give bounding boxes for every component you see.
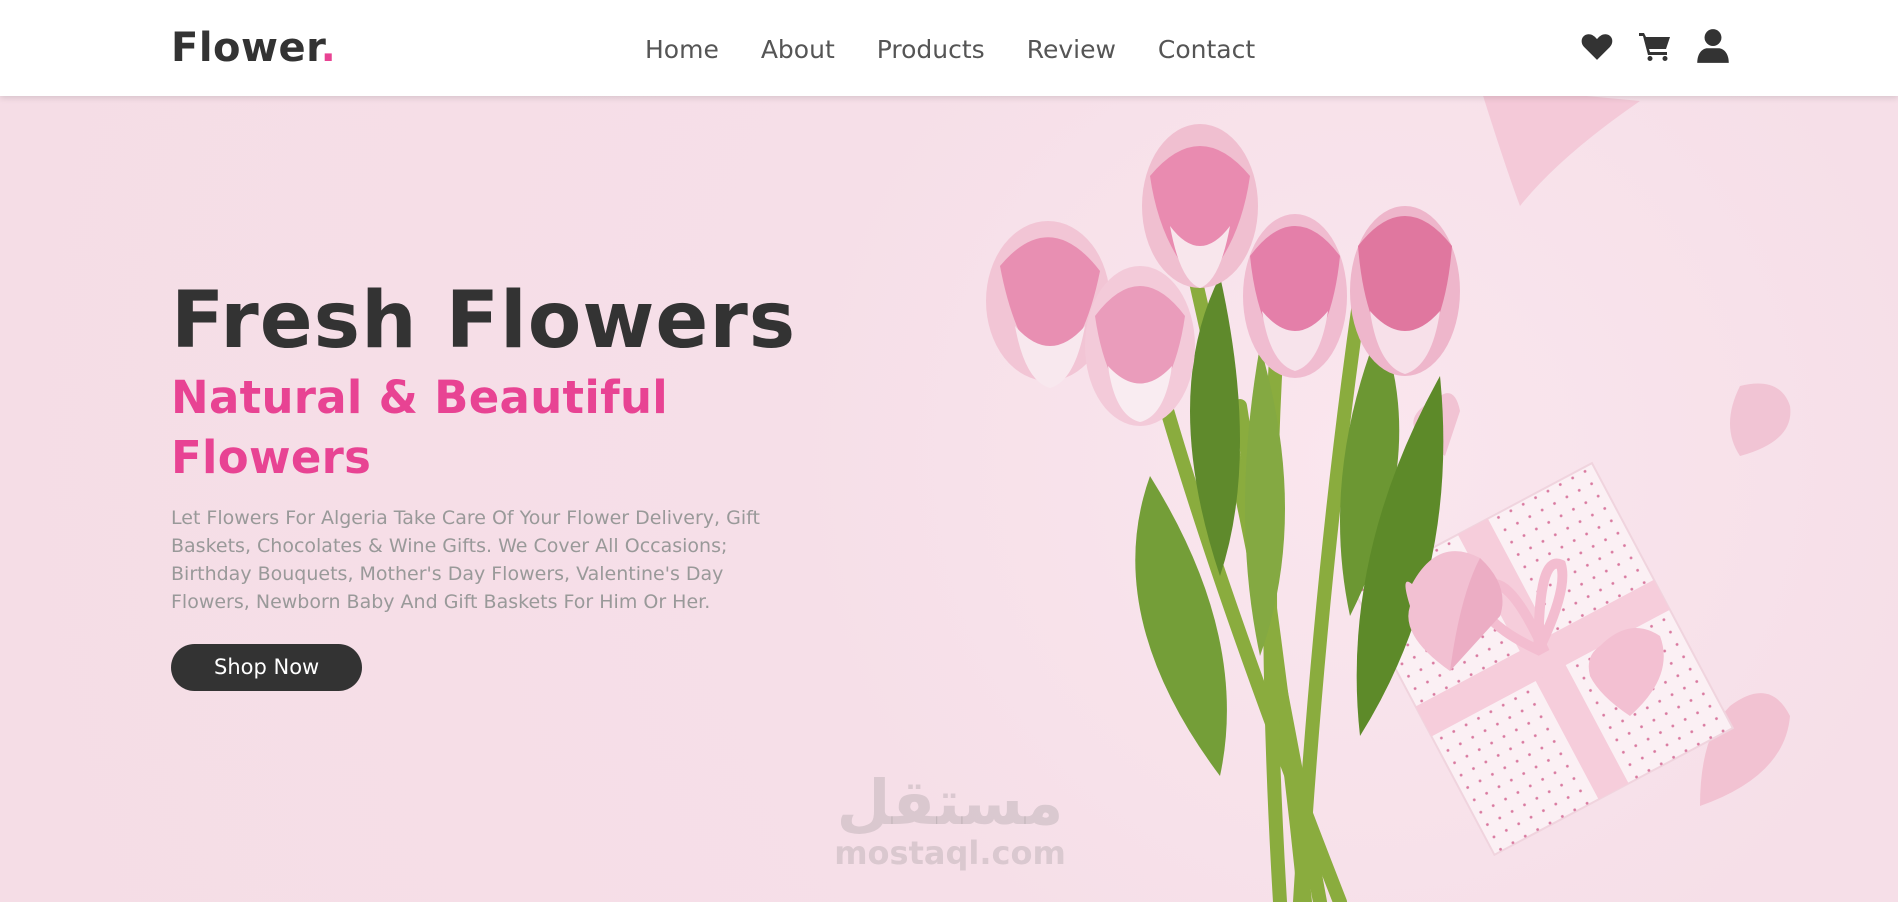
brand-dot: .	[320, 25, 337, 71]
nav-item-about[interactable]: About	[761, 30, 835, 70]
header-icons	[1580, 28, 1730, 64]
watermark-arabic-text: مستقل	[836, 766, 1064, 839]
hero-description: Let Flowers For Algeria Take Care Of You…	[171, 507, 760, 613]
main-nav: Home About Products Review Contact	[645, 30, 1297, 70]
watermark-logo: مستقل mostaql.com	[820, 770, 1080, 890]
brand-logo[interactable]: Flower.	[171, 24, 336, 72]
heart-icon[interactable]	[1580, 28, 1614, 64]
watermark-latin-text: mostaql.com	[834, 834, 1066, 872]
tulips-gift-image	[986, 96, 1791, 902]
brand-name: Flower	[171, 25, 321, 71]
nav-item-products[interactable]: Products	[877, 30, 985, 70]
nav-item-home[interactable]: Home	[645, 30, 719, 70]
nav-item-contact[interactable]: Contact	[1158, 30, 1255, 70]
hero-content: Fresh Flowers Natural & Beautiful Flower…	[171, 276, 821, 691]
user-icon[interactable]	[1696, 28, 1730, 64]
hero-title: Fresh Flowers	[171, 276, 797, 366]
site-header: Flower. Home About Products Review Conta…	[0, 0, 1898, 96]
hero-subtitle: Natural & Beautiful Flowers	[171, 371, 669, 484]
shop-now-button[interactable]: Shop Now	[171, 644, 363, 691]
nav-item-review[interactable]: Review	[1027, 30, 1116, 70]
shopping-cart-icon[interactable]	[1638, 28, 1672, 64]
